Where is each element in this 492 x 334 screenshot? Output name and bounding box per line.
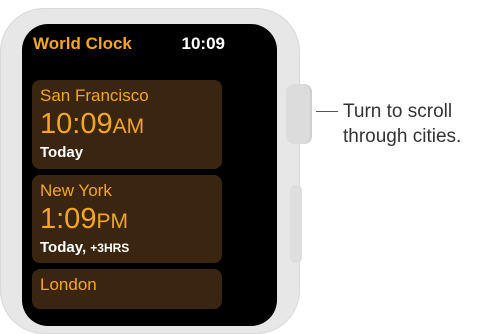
city-name: San Francisco <box>40 86 149 105</box>
side-button[interactable] <box>290 185 302 263</box>
city-name: New York <box>40 181 112 200</box>
relative-day: Today, +3HRS <box>40 239 129 256</box>
city-time: 10:09AM <box>40 108 144 141</box>
callout-line <box>316 111 338 112</box>
time-value: 10:09 <box>40 108 113 140</box>
digital-crown[interactable] <box>286 84 312 144</box>
city-card-new-york[interactable]: New York 1:09PM Today, +3HRS <box>32 175 222 263</box>
app-title: World Clock <box>33 34 132 53</box>
city-name: London <box>40 275 97 294</box>
app-header: World Clock 10:09 <box>33 34 225 56</box>
current-time: 10:09 <box>181 34 225 53</box>
callout-line-1: Turn to scroll <box>343 101 453 122</box>
time-ampm: PM <box>96 210 128 233</box>
crown-callout: Turn to scroll through cities. <box>343 99 492 149</box>
city-card-london[interactable]: London <box>32 269 222 309</box>
city-time: 1:09PM <box>40 203 128 236</box>
city-card-san-francisco[interactable]: San Francisco 10:09AM Today <box>32 80 222 169</box>
time-value: 1:09 <box>40 203 97 235</box>
time-offset: +3HRS <box>90 241 130 255</box>
time-ampm: AM <box>112 115 145 138</box>
relative-day: Today <box>40 144 84 161</box>
relative-day-label: Today, <box>40 239 87 256</box>
callout-line-2: through cities. <box>343 126 462 147</box>
